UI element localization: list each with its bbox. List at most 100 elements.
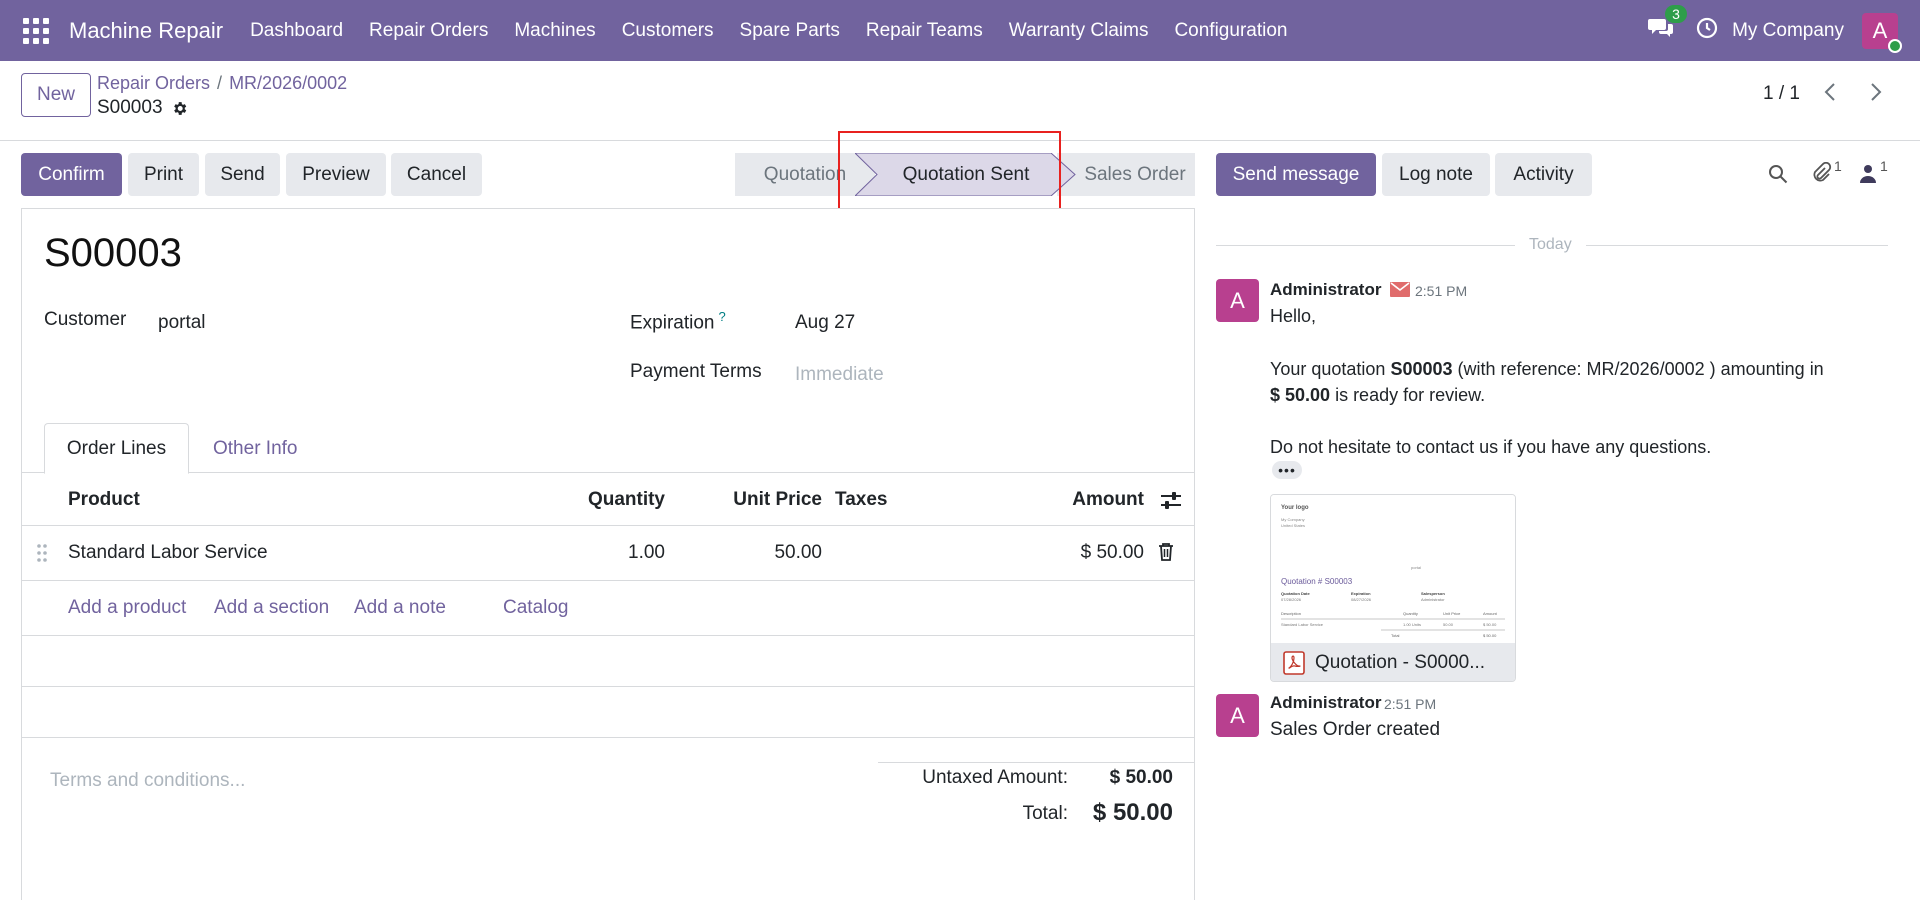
menu-customers[interactable]: Customers — [609, 20, 727, 42]
stage-quotation-sent[interactable]: Quotation Sent — [855, 153, 1077, 196]
author-avatar[interactable]: A — [1216, 279, 1259, 322]
pager-value[interactable]: 1 / 1 — [1763, 83, 1800, 105]
expiration-field[interactable]: Aug 27 — [795, 312, 855, 334]
followers-icon[interactable] — [1860, 164, 1876, 184]
app-title[interactable]: Machine Repair — [69, 18, 223, 44]
menu-configuration[interactable]: Configuration — [1161, 20, 1300, 42]
attachment-card[interactable]: Your logo My Company United States porta… — [1270, 494, 1516, 682]
customer-field[interactable]: portal — [158, 312, 206, 334]
thumb-row-description: Standard Labor Service — [1281, 622, 1324, 627]
attachment-name[interactable]: Quotation - S0000... — [1315, 652, 1485, 674]
send-message-button[interactable]: Send message — [1216, 153, 1376, 196]
menu-repair-orders[interactable]: Repair Orders — [356, 20, 501, 42]
add-section-link[interactable]: Add a section — [214, 597, 329, 619]
message-line-2: $ 50.00 is ready for review. — [1270, 385, 1485, 406]
user-avatar-letter: A — [1872, 17, 1888, 43]
col-quantity[interactable]: Quantity — [542, 489, 665, 511]
chevron-left-icon[interactable] — [1820, 81, 1842, 103]
tab-order-lines[interactable]: Order Lines — [44, 423, 189, 474]
author-avatar[interactable]: A — [1216, 694, 1259, 737]
activity-button[interactable]: Activity — [1495, 153, 1592, 196]
col-taxes[interactable]: Taxes — [835, 489, 887, 511]
notebook-tabs: Order Lines Other Info — [22, 423, 1194, 474]
thumb-label-date: Quotation Date — [1281, 591, 1310, 596]
empty-row — [22, 687, 1194, 738]
untaxed-label: Untaxed Amount: — [922, 767, 1068, 788]
thumb-partner: portal — [1411, 565, 1422, 570]
thumb-row-amount: $ 50.00 — [1483, 622, 1497, 627]
thumb-rule — [1281, 618, 1505, 620]
preview-button[interactable]: Preview — [286, 153, 386, 196]
line-unit-price[interactable]: 50.00 — [722, 542, 822, 564]
col-unit-price[interactable]: Unit Price — [722, 489, 822, 511]
search-icon[interactable] — [1768, 164, 1788, 184]
status-bar: Quotation Sales Order Quotation Sent — [735, 153, 1195, 196]
record-title: S00003 — [44, 231, 182, 275]
messaging-menu[interactable]: 3 — [1648, 4, 1687, 45]
thumb-col-quantity: Quantity — [1403, 611, 1418, 616]
line-quantity[interactable]: 1.00 — [542, 542, 665, 564]
thumb-col-description: Description — [1281, 611, 1302, 616]
drag-handle-icon[interactable] — [37, 544, 47, 562]
control-panel: New Repair Orders / MR/2026/0002 S00003 1 … — [0, 61, 1920, 141]
payment-terms-label: Payment Terms — [630, 361, 762, 382]
send-button[interactable]: Send — [205, 153, 280, 196]
cancel-button[interactable]: Cancel — [391, 153, 482, 196]
activity-menu[interactable] — [1696, 17, 1718, 45]
menu-repair-teams[interactable]: Repair Teams — [853, 20, 996, 42]
company-switcher[interactable]: My Company — [1732, 20, 1844, 42]
new-button[interactable]: New — [21, 73, 91, 117]
thumb-value-salesperson: Administrator — [1421, 597, 1445, 602]
catalog-link[interactable]: Catalog — [503, 597, 569, 619]
thumb-row-unit-price: 50.00 — [1443, 622, 1454, 627]
main-menu: Dashboard Repair Orders Machines Custome… — [237, 20, 1300, 42]
trash-icon[interactable] — [1158, 542, 1174, 562]
menu-spare-parts[interactable]: Spare Parts — [727, 20, 853, 42]
col-amount[interactable]: Amount — [1022, 489, 1144, 511]
pdf-file-icon — [1283, 651, 1305, 675]
message-line-1: Your quotation S00003 (with reference: M… — [1270, 359, 1824, 380]
menu-dashboard[interactable]: Dashboard — [237, 20, 356, 42]
attachments-count: 1 — [1834, 158, 1842, 174]
chevron-right-icon[interactable] — [1864, 81, 1886, 103]
apps-menu-icon[interactable] — [23, 17, 49, 44]
user-avatar[interactable]: A — [1862, 12, 1902, 53]
line1-bold: S00003 — [1390, 359, 1453, 379]
stage-quotation[interactable]: Quotation — [735, 153, 875, 196]
confirm-button[interactable]: Confirm — [21, 153, 122, 196]
print-button[interactable]: Print — [128, 153, 199, 196]
add-line-row: Add a product Add a section Add a note C… — [22, 581, 1194, 636]
stage-sales-order[interactable]: Sales Order — [1057, 153, 1195, 196]
menu-warranty-claims[interactable]: Warranty Claims — [996, 20, 1162, 42]
message-author[interactable]: Administrator — [1270, 280, 1381, 300]
table-row[interactable]: Standard Labor Service 1.00 50.00 $ 50.0… — [22, 526, 1194, 581]
line1-pre: Your quotation — [1270, 359, 1391, 379]
expiration-label-text: Expiration — [630, 312, 715, 334]
menu-machines[interactable]: Machines — [501, 20, 608, 42]
gear-icon[interactable] — [171, 100, 188, 117]
breadcrumb-mr-2026-0002[interactable]: MR/2026/0002 — [229, 73, 347, 93]
message-author[interactable]: Administrator — [1270, 693, 1381, 713]
thumb-row-quantity: 1.00 Units — [1403, 622, 1422, 627]
line-product[interactable]: Standard Labor Service — [68, 542, 268, 564]
breadcrumb: Repair Orders / MR/2026/0002 — [97, 73, 347, 94]
show-more-button[interactable]: ••• — [1272, 461, 1302, 479]
thumb-total-value: $ 50.00 — [1483, 633, 1497, 638]
col-product[interactable]: Product — [68, 489, 140, 511]
terms-field[interactable]: Terms and conditions... — [50, 770, 245, 792]
message-time: 2:51 PM — [1384, 696, 1437, 712]
thumb-value-date: 07/28/2026 — [1281, 597, 1302, 602]
attachment-thumbnail: Your logo My Company United States porta… — [1271, 495, 1515, 643]
log-note-button[interactable]: Log note — [1382, 153, 1490, 196]
empty-row — [22, 636, 1194, 687]
tab-other-info[interactable]: Other Info — [213, 423, 298, 474]
followers-count: 1 — [1880, 158, 1888, 174]
total-label: Total: — [1022, 803, 1068, 824]
breadcrumb-repair-orders[interactable]: Repair Orders — [97, 73, 210, 93]
expiration-help[interactable]: ? — [719, 309, 726, 324]
paperclip-icon[interactable] — [1810, 162, 1832, 184]
optional-columns-icon[interactable] — [1160, 491, 1182, 511]
payment-terms-field[interactable]: Immediate — [795, 364, 884, 386]
add-product-link[interactable]: Add a product — [68, 597, 186, 619]
add-note-link[interactable]: Add a note — [354, 597, 446, 619]
